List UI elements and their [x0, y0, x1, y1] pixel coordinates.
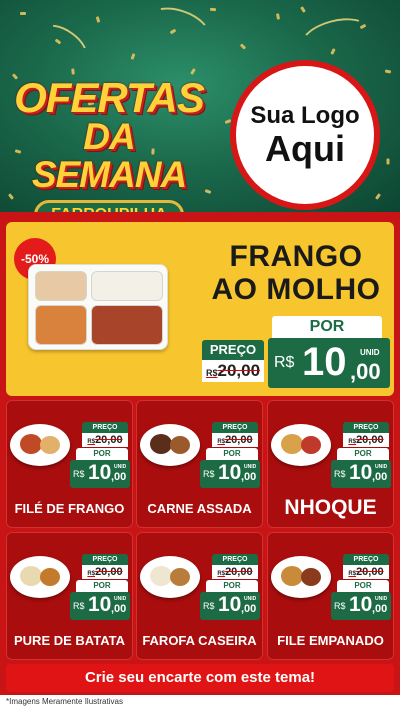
title-line-1: OFERTAS: [14, 74, 205, 121]
confetti-piece: [300, 6, 306, 13]
new-price: R$ 10 UNID ,00: [70, 592, 130, 620]
new-price-label: POR: [337, 448, 389, 460]
new-price-label: POR: [76, 580, 128, 592]
old-price: R$20,00: [82, 433, 128, 447]
old-price: R$20,00: [82, 565, 128, 579]
new-price-label: POR: [206, 448, 258, 460]
old-price: R$20,00: [343, 433, 389, 447]
product-card[interactable]: PREÇO R$20,00 POR R$ 10 UNID ,00 CARNE ASSADA: [136, 400, 263, 528]
product-name: CARNE ASSADA: [147, 501, 252, 516]
flyer-page: OFERTAS DA SEMANA FARROUPILHA Sua Logo A…: [0, 0, 400, 711]
product-name: PURE DE BATATA: [14, 633, 125, 648]
confetti-piece: [375, 193, 381, 200]
old-price-label: PREÇO: [202, 340, 264, 360]
product-image: [271, 424, 331, 466]
logo-placeholder[interactable]: Sua Logo Aqui: [230, 60, 380, 210]
new-price: R$ 10 UNID ,00: [200, 592, 260, 620]
new-price: R$ 10 UNID ,00: [70, 460, 130, 488]
product-name: NHOQUE: [284, 496, 377, 519]
confetti-piece: [386, 158, 390, 165]
header-banner: OFERTAS DA SEMANA FARROUPILHA Sua Logo A…: [0, 0, 400, 212]
confetti-piece: [204, 189, 212, 194]
new-price-label: POR: [76, 448, 128, 460]
offers-title: OFERTAS DA SEMANA FARROUPILHA: [14, 74, 205, 212]
city-badge: FARROUPILHA: [34, 200, 184, 212]
old-price-label: PREÇO: [343, 554, 389, 565]
products-area: -50% FRANGO AO MOLHO PREÇO R$20,00 POR R…: [0, 212, 400, 695]
old-price-label: PREÇO: [343, 422, 389, 433]
product-card[interactable]: PREÇO R$20,00 POR R$ 10 UNID ,00 FILÉ DE FRANGO: [6, 400, 133, 528]
new-price: R$ 10 UNID ,00: [268, 338, 390, 388]
featured-name-line-2: AO MOLHO: [211, 273, 381, 306]
confetti-piece: [130, 53, 136, 60]
title-line-2: DA SEMANA: [31, 116, 187, 195]
product-image: [271, 556, 331, 598]
product-name: FAROFA CASEIRA: [142, 633, 257, 648]
confetti-piece: [209, 7, 217, 12]
product-image: [10, 424, 70, 466]
old-price-label: PREÇO: [212, 554, 258, 565]
old-price: R$20,00: [212, 565, 258, 579]
new-price-label: POR: [206, 580, 258, 592]
disclaimer: *Imagens Meramente Ilustrativas: [6, 697, 123, 706]
streamer-decoration: [146, 0, 214, 50]
product-image: [10, 556, 70, 598]
logo-line-2: Aqui: [265, 128, 345, 169]
streamer-decoration: [296, 11, 374, 64]
product-card[interactable]: PREÇO R$20,00 POR R$ 10 UNID ,00 PURE DE BATATA: [6, 532, 133, 660]
product-name: FILÉ DE FRANGO: [14, 501, 125, 516]
new-price: R$ 10 UNID ,00: [331, 592, 391, 620]
new-price: R$ 10 UNID ,00: [331, 460, 391, 488]
confetti-piece: [95, 16, 101, 23]
product-image: [140, 424, 200, 466]
confetti-piece: [239, 43, 247, 50]
old-price-label: PREÇO: [82, 422, 128, 433]
old-price-label: PREÇO: [212, 422, 258, 433]
product-card[interactable]: PREÇO R$20,00 POR R$ 10 UNID ,00 FAROFA CASEIRA: [136, 532, 263, 660]
product-image: [140, 556, 200, 598]
cta-banner[interactable]: Crie seu encarte com este tema!: [6, 664, 394, 692]
confetti-piece: [20, 12, 26, 15]
confetti-piece: [275, 13, 281, 20]
logo-line-1: Sua Logo: [250, 102, 360, 129]
old-price: R$20,00: [212, 433, 258, 447]
featured-name: FRANGO AO MOLHO: [202, 240, 390, 306]
featured-product[interactable]: -50% FRANGO AO MOLHO PREÇO R$20,00 POR R…: [6, 222, 394, 396]
new-price: R$ 10 UNID ,00: [200, 460, 260, 488]
featured-name-line-1: FRANGO: [229, 240, 363, 273]
streamer-decoration: [37, 17, 93, 68]
product-name: FILE EMPANADO: [277, 633, 384, 648]
product-card[interactable]: PREÇO R$20,00 POR R$ 10 UNID ,00 FILE EMPANADO: [267, 532, 394, 660]
confetti-piece: [384, 69, 392, 74]
new-price-label: POR: [272, 316, 382, 338]
meal-tray-image: [28, 264, 168, 350]
old-price: R$20,00: [343, 565, 389, 579]
old-price-label: PREÇO: [82, 554, 128, 565]
old-price: R$20,00: [202, 360, 264, 382]
new-price-label: POR: [337, 580, 389, 592]
product-card[interactable]: PREÇO R$20,00 POR R$ 10 UNID ,00 NHOQUE: [267, 400, 394, 528]
